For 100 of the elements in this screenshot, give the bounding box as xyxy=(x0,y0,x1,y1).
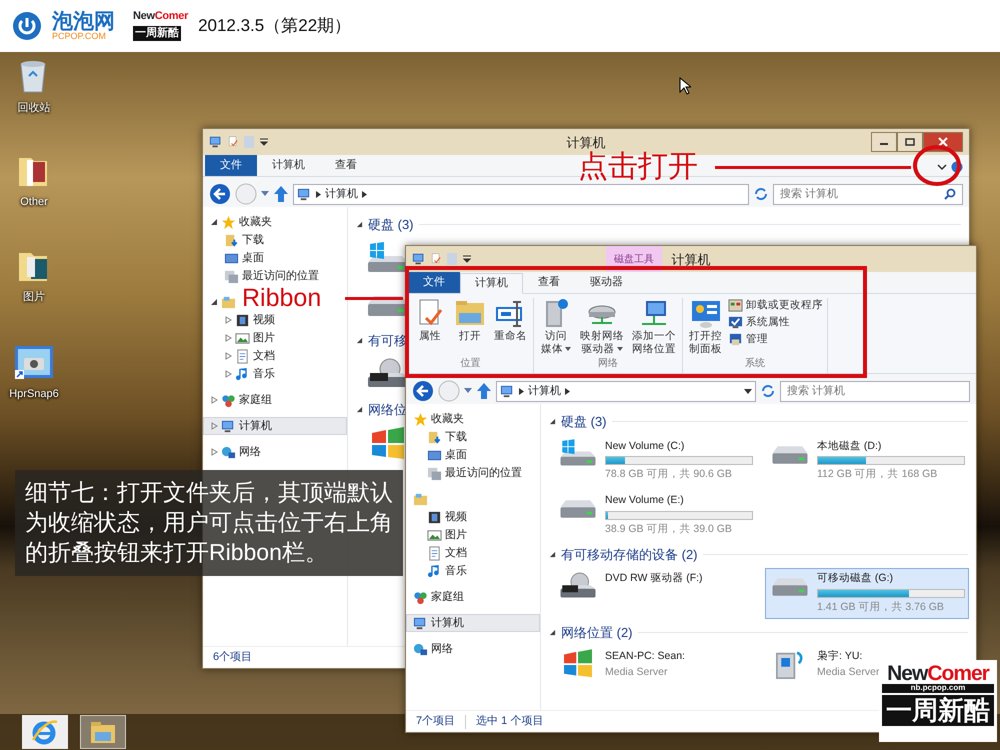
drive-detail: Media Server xyxy=(817,664,880,680)
window-title: 计算机 xyxy=(672,251,710,269)
drive-detail: 112 GB 可用，共 168 GB xyxy=(817,467,938,482)
search-icon xyxy=(944,188,956,200)
nav-item[interactable]: 网络 xyxy=(406,640,540,658)
recent-places-icon xyxy=(427,466,442,480)
ribbon-tab[interactable]: 计算机 xyxy=(257,154,320,176)
ribbon-tab[interactable]: 查看 xyxy=(523,272,575,293)
ribbon-command[interactable]: 系统属性 xyxy=(728,314,823,330)
drive-name: DVD RW 驱动器 (F:) xyxy=(605,571,703,586)
drive-tile[interactable]: New Volume (C:) 78.8 GB 可用，共 90.6 GB xyxy=(553,436,757,486)
nav-item[interactable]: 音乐 xyxy=(406,562,540,580)
brand-wordmark: NewComer xyxy=(133,11,188,22)
nav-item[interactable]: 计算机 xyxy=(406,614,540,632)
expanded-arrow-icon xyxy=(356,406,363,414)
nav-item[interactable]: 收藏夹 xyxy=(203,213,347,231)
caret-icon[interactable] xyxy=(462,255,472,263)
computer-icon xyxy=(209,135,223,149)
caret-icon[interactable] xyxy=(744,388,752,394)
drive-name: 枭宇: YU: xyxy=(817,649,864,664)
drive-tile[interactable]: DVD RW 驱动器 (F:) xyxy=(553,568,707,618)
drive-detail: 38.9 GB 可用，共 39.0 GB xyxy=(605,522,733,537)
nav-item[interactable]: 家庭组 xyxy=(203,391,347,409)
ribbon-tab[interactable]: 驱动器 xyxy=(575,272,638,293)
nav-item[interactable]: 文档 xyxy=(406,544,540,562)
nav-item[interactable]: 图片 xyxy=(406,526,540,544)
search-box[interactable]: 搜索 计算机 xyxy=(773,184,963,204)
ribbon-command[interactable]: 打开 xyxy=(452,298,488,356)
ribbon-command[interactable]: 属性 xyxy=(412,298,448,356)
status-divider xyxy=(465,714,466,728)
document-check-icon[interactable] xyxy=(430,252,442,266)
nav-item[interactable]: 家庭组 xyxy=(406,588,540,606)
computer-icon xyxy=(297,186,312,202)
nav-item[interactable]: 收藏夹 xyxy=(406,410,540,428)
maximize-button[interactable] xyxy=(897,132,923,152)
drive-tile[interactable]: 可移动磁盘 (G:) 1.41 GB 可用，共 3.76 GB xyxy=(765,568,969,618)
library-folder-icon xyxy=(221,294,236,310)
nav-item[interactable]: 文档 xyxy=(203,347,347,365)
drive-detail: Media Server xyxy=(605,664,668,680)
group-header: 硬盘 (3) xyxy=(561,413,606,431)
nav-item[interactable]: 最近访问的位置 xyxy=(406,464,540,482)
expanded-arrow-icon xyxy=(356,336,363,344)
highlight-circle xyxy=(913,145,961,186)
drive-tile[interactable]: New Volume (E:) 38.9 GB 可用，共 39.0 GB xyxy=(553,490,757,540)
drive-tile[interactable]: SEAN-PC: Sean: Media Server xyxy=(553,646,689,684)
column-name: 一周新酷 xyxy=(882,694,994,726)
nav-item[interactable]: 下载 xyxy=(203,231,347,249)
document-check-icon[interactable] xyxy=(227,135,239,149)
nav-item[interactable]: 图片 xyxy=(203,329,347,347)
ribbon-command[interactable]: 打开控 制面板 xyxy=(687,298,724,356)
nav-item[interactable]: 下载 xyxy=(406,428,540,446)
ribbon-command[interactable]: 添加一个 网络位置 xyxy=(630,298,678,356)
ribbon-command[interactable]: 重命名 xyxy=(492,298,529,356)
ribbon-command[interactable]: 管理 xyxy=(728,332,823,348)
group-header: 有可移 xyxy=(368,332,407,350)
film-icon xyxy=(427,510,442,524)
nav-item[interactable]: 音乐 xyxy=(203,365,347,383)
ribbon-tab[interactable]: 文件 xyxy=(205,154,257,176)
caret-icon[interactable] xyxy=(259,138,269,146)
window-title: 计算机 xyxy=(566,134,606,151)
status-text: 6个项目 xyxy=(213,650,252,666)
desktop-icon-label[interactable]: HprSnap6 xyxy=(9,386,59,402)
homegroup-icon xyxy=(221,392,236,408)
nav-item[interactable]: 计算机 xyxy=(203,417,347,435)
close-icon xyxy=(938,137,948,147)
maximize-icon xyxy=(905,138,915,146)
homegroup-icon xyxy=(413,590,428,604)
minimize-button[interactable] xyxy=(871,132,897,152)
nav-item[interactable]: 视频 xyxy=(203,311,347,329)
chevron-right-icon xyxy=(316,190,321,198)
back-button[interactable] xyxy=(412,379,434,403)
address-bar[interactable]: 计算机 xyxy=(496,380,756,402)
leader-line xyxy=(345,297,403,300)
drive-tile[interactable]: 枭宇: YU: Media Server xyxy=(765,646,884,684)
desktop-icon-label[interactable]: 图片 xyxy=(23,289,45,306)
nav-item[interactable]: 桌面 xyxy=(406,446,540,464)
ribbon-command[interactable]: 访问 媒体 xyxy=(538,298,574,356)
nav-item[interactable]: 桌面 xyxy=(203,249,347,267)
computer-icon xyxy=(413,616,428,630)
ribbon-command[interactable]: 映射网络 驱动器 xyxy=(578,298,626,356)
ribbon-tab[interactable]: 文件 xyxy=(408,272,460,293)
search-box[interactable]: 搜索 计算机 xyxy=(780,380,970,402)
taskbar-button[interactable] xyxy=(22,715,68,749)
address-bar[interactable]: 计算机 xyxy=(293,184,749,204)
desktop-icon-label[interactable]: 回收站 xyxy=(18,100,50,116)
nav-item[interactable]: 视频 xyxy=(406,508,540,526)
help-icon[interactable] xyxy=(951,161,963,173)
nav-item[interactable]: 网络 xyxy=(203,443,347,461)
drive-tile[interactable]: 本地磁盘 (D:) 112 GB 可用，共 168 GB xyxy=(765,436,969,486)
nav-item[interactable]: 最近访问的位置 xyxy=(203,267,347,285)
computer-icon xyxy=(500,384,515,398)
back-button[interactable] xyxy=(209,182,231,206)
taskbar-button[interactable] xyxy=(80,715,126,749)
ribbon-tab[interactable]: 计算机 xyxy=(460,272,523,294)
drive-detail: 78.8 GB 可用，共 90.6 GB xyxy=(605,467,733,482)
chevron-right-icon xyxy=(362,190,367,198)
computer-icon xyxy=(221,418,236,434)
ribbon-tab[interactable]: 查看 xyxy=(320,154,372,176)
ribbon-command[interactable]: 卸载或更改程序 xyxy=(728,298,823,314)
drive-name: SEAN-PC: Sean: xyxy=(605,649,685,664)
